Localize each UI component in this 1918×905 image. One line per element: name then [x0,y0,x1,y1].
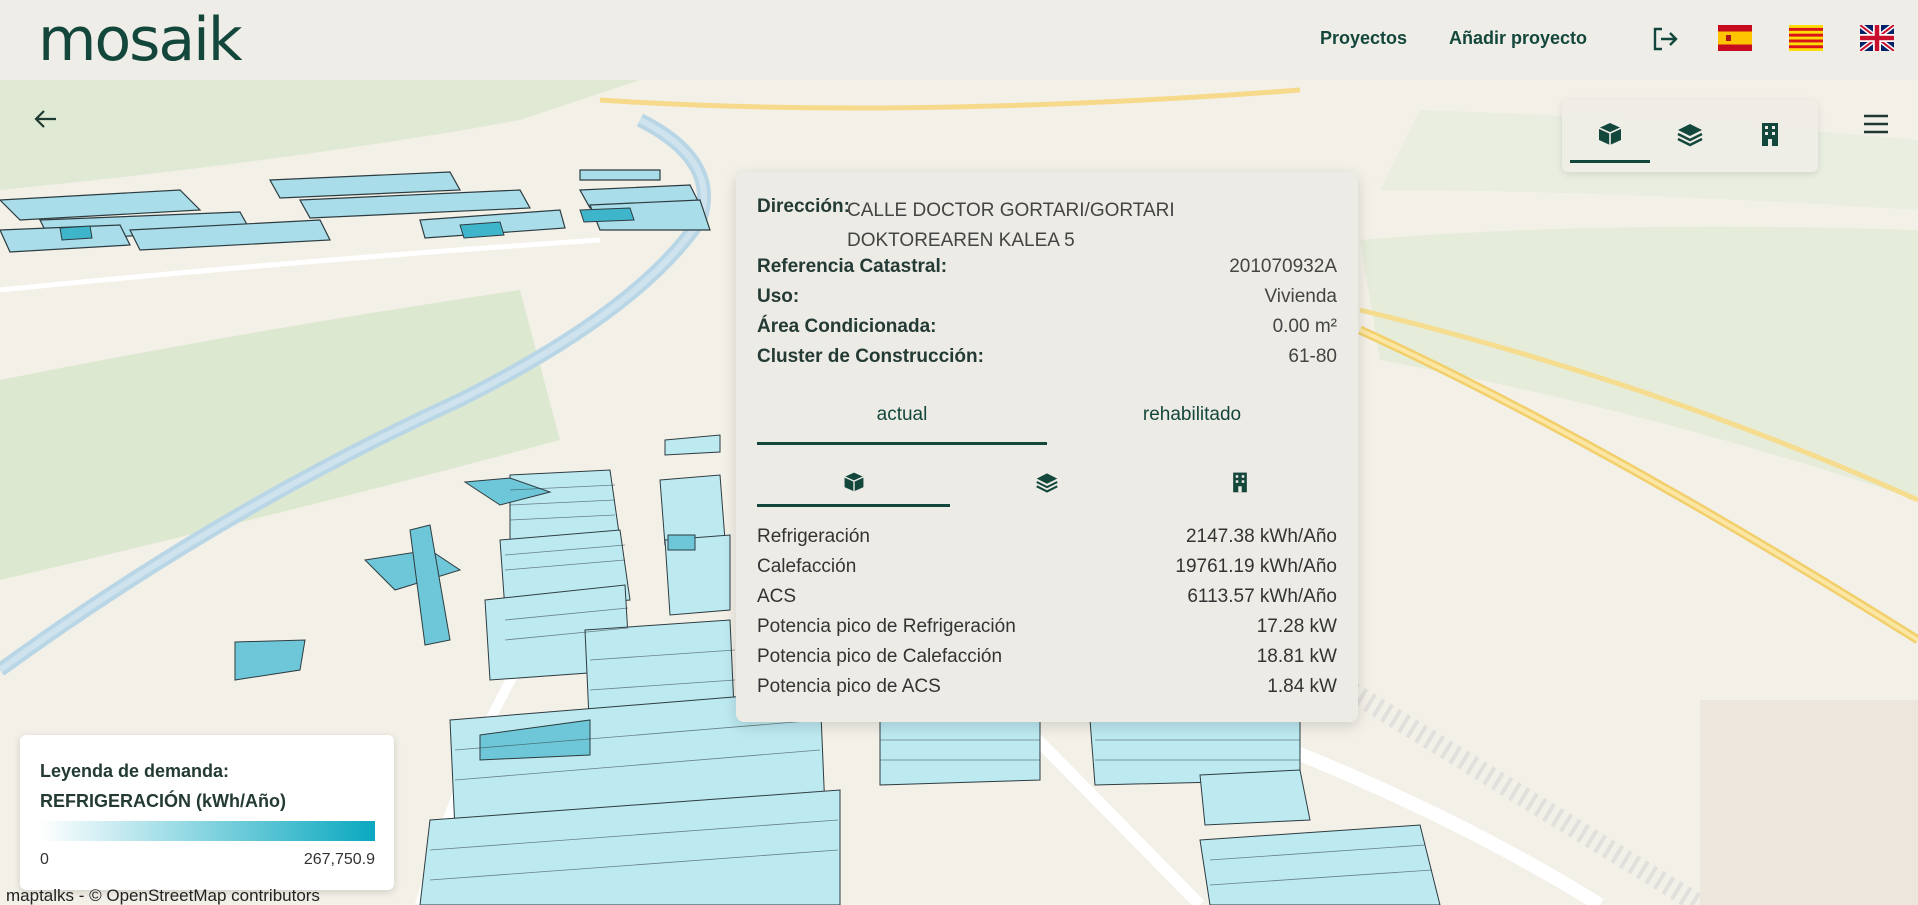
area-label: Área Condicionada: [757,316,937,337]
building-info-panel: Dirección: CALLE DOCTOR GORTARI/GORTARI … [736,172,1358,722]
building-icon [1233,472,1247,493]
metric-row: Refrigeración 2147.38 kWh/Año [757,526,1337,552]
cluster-value: 61-80 [1288,346,1337,367]
area-value: 0.00 m² [1272,316,1337,337]
map-attribution[interactable]: maptalks - © OpenStreetMap contributors [6,886,320,905]
view-switch-panel [1562,100,1818,172]
cluster-label: Cluster de Construcción: [757,346,984,367]
metric-label: Refrigeración [757,526,870,547]
metric-row: Calefacción 19761.19 kWh/Año [757,556,1337,582]
nav-projects-link[interactable]: Proyectos [1320,28,1407,49]
back-arrow-icon[interactable] [30,104,60,134]
legend-title: Leyenda de demanda: [40,761,230,781]
layers-icon[interactable] [1676,120,1704,148]
flag-uk-icon[interactable] [1860,25,1894,51]
subtab-cube[interactable] [757,468,950,504]
cube-icon [844,472,864,492]
subtab-layers[interactable] [950,468,1143,504]
flag-catalonia-icon[interactable] [1789,25,1823,51]
tab-rehabilitado[interactable]: rehabilitado [1047,404,1337,444]
scenario-tabs: actual rehabilitado [757,404,1337,445]
referencia-label: Referencia Catastral: [757,256,948,277]
metric-value: 17.28 kW [1256,616,1337,637]
layers-icon [1036,473,1058,493]
hamburger-menu-icon[interactable] [1862,112,1890,136]
metric-row: Potencia pico de Calefacción 18.81 kW [757,646,1337,672]
metric-label: Potencia pico de Calefacción [757,646,1003,667]
uso-row: Uso: Vivienda [757,286,1337,312]
flag-es-icon[interactable] [1718,25,1752,51]
direccion-label: Dirección: [757,196,850,217]
demand-legend: Leyenda de demanda: REFRIGERACIÓN (kWh/A… [20,735,394,890]
referencia-row: Referencia Catastral: 201070932A [757,256,1337,282]
tab-active-underline [757,442,1047,445]
subtab-building[interactable] [1143,468,1336,504]
metric-value: 2147.38 kWh/Año [1185,526,1337,547]
metric-value: 19761.19 kWh/Año [1175,556,1337,577]
uso-value: Vivienda [1264,286,1337,307]
metric-label: Potencia pico de Refrigeración [757,616,1016,637]
top-header: mosaik Proyectos Añadir proyecto [0,0,1918,80]
metric-subtabs [757,468,1337,508]
metric-row: ACS 6113.57 kWh/Año [757,586,1337,612]
legend-gradient-bar [40,821,375,841]
building-icon[interactable] [1756,120,1784,148]
metric-value: 18.81 kW [1256,646,1337,667]
metric-row: Potencia pico de ACS 1.84 kW [757,676,1337,702]
cluster-row: Cluster de Construcción: 61-80 [757,346,1337,372]
area-row: Área Condicionada: 0.00 m² [757,316,1337,342]
uso-label: Uso: [757,286,800,307]
cube-icon[interactable] [1596,120,1624,148]
legend-min-value: 0 [40,851,49,868]
metric-value: 6113.57 kWh/Año [1187,586,1337,607]
legend-max-value: 267,750.9 [303,851,375,868]
legend-subtitle: REFRIGERACIÓN (kWh/Año) [40,791,286,811]
tab-actual[interactable]: actual [757,404,1047,444]
metric-label: ACS [757,586,797,607]
metric-row: Potencia pico de Refrigeración 17.28 kW [757,616,1337,642]
metric-value: 1.84 kW [1267,676,1337,697]
metric-label: Calefacción [757,556,857,577]
metric-label: Potencia pico de ACS [757,676,941,697]
logout-icon[interactable] [1650,24,1680,54]
nav-add-project-link[interactable]: Añadir proyecto [1449,28,1587,49]
app-logo[interactable]: mosaik [38,4,243,76]
referencia-value: 201070932A [1229,256,1337,277]
subtab-active-underline [757,504,950,507]
direccion-value: CALLE DOCTOR GORTARI/GORTARI DOKTOREAREN… [847,200,1175,251]
view-switch-active-underline [1570,160,1650,163]
